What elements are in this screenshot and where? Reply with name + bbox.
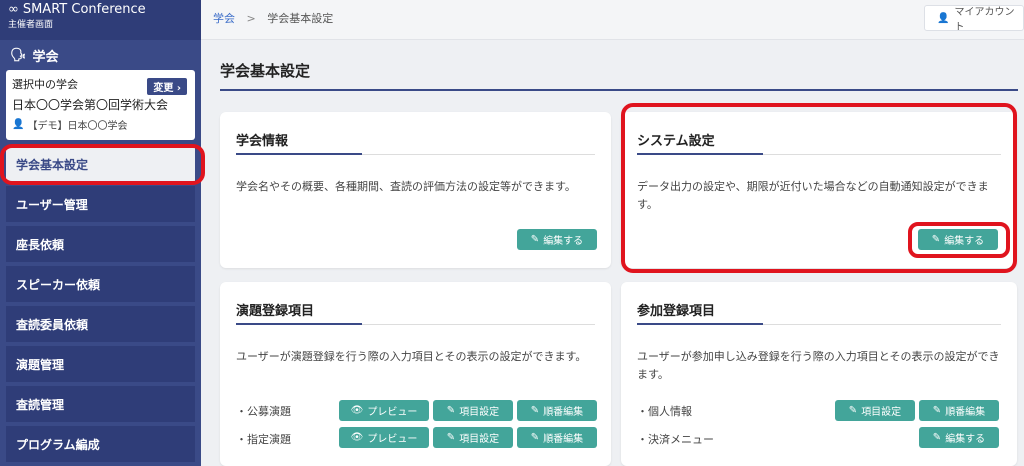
sidebar-nav: 学会基本設定 ユーザー管理 座長依頼 スピーカー依頼 査読委員依頼 演題管理 査… (0, 146, 201, 462)
row-label: ・決済メニュー (637, 433, 714, 446)
conference-name: 日本〇〇学会第〇回学術大会 (12, 98, 169, 112)
preview-button[interactable]: 👁 プレビュー (339, 427, 429, 448)
order-edit-button[interactable]: ✎ 順番編集 (517, 400, 597, 421)
row-label: ・指定演題 (236, 433, 291, 446)
brand-title: SMART Conference (22, 2, 146, 17)
field-settings-button[interactable]: ✎ 項目設定 (835, 400, 915, 421)
card-title: 演題登録項目 (236, 304, 315, 319)
card-title: 学会情報 (236, 134, 289, 149)
selected-conference-box: 選択中の学会 変更 › 日本〇〇学会第〇回学術大会 👤 【デモ】日本〇〇学会 (6, 70, 195, 140)
order-edit-button[interactable]: ✎ 順番編集 (919, 400, 999, 421)
sidebar-section-head: 🗣 学会 (0, 40, 201, 70)
card-title: 参加登録項目 (637, 304, 716, 319)
eye-icon: 👁 (350, 405, 364, 416)
brand-subtitle: 主催者画面 (8, 20, 54, 30)
sidebar-item-reviews[interactable]: 査読管理 (6, 386, 195, 422)
edit-icon: ✎ (932, 405, 942, 416)
sidebar-item-abstracts[interactable]: 演題管理 (6, 346, 195, 382)
my-account-button[interactable]: 👤 マイアカウント (924, 5, 1024, 33)
card-registration-fields: 参加登録項目 ユーザーが参加申し込み登録を行う際の入力項目とその表示の設定ができ… (621, 282, 1017, 466)
sidebar-item-chair-requests[interactable]: 座長依頼 (6, 226, 195, 262)
sidebar-item-reviewer-requests[interactable]: 査読委員依頼 (6, 306, 195, 342)
card-description: データ出力の設定や、期限が近付いた場合などの自動通知設定ができます。 (637, 180, 989, 211)
logo-icon: ∞ (8, 2, 19, 17)
edit-system-settings-button[interactable]: ✎ 編集する (918, 229, 998, 250)
card-abstract-fields: 演題登録項目 ユーザーが演題登録を行う際の入力項目とその表示の設定ができます。 … (220, 282, 611, 466)
sidebar-item-speaker-requests[interactable]: スピーカー依頼 (6, 266, 195, 302)
chevron-right-icon: › (176, 83, 181, 94)
edit-icon: ✎ (446, 405, 456, 416)
card-system-settings: システム設定 データ出力の設定や、期限が近付いた場合などの自動通知設定ができます… (621, 112, 1017, 268)
edit-conference-info-button[interactable]: ✎ 編集する (517, 229, 597, 250)
brand: ∞ SMART Conference 主催者画面 (0, 0, 201, 40)
breadcrumb-root-link[interactable]: 学会 (213, 12, 235, 25)
card-description: 学会名やその概要、各種期間、査読の評価方法の設定等ができます。 (236, 180, 576, 193)
sidebar-item-program[interactable]: プログラム編成 (6, 426, 195, 462)
card-conference-info: 学会情報 学会名やその概要、各種期間、査読の評価方法の設定等ができます。 ✎ 編… (220, 112, 611, 268)
eye-icon: 👁 (350, 432, 364, 443)
order-edit-button[interactable]: ✎ 順番編集 (517, 427, 597, 448)
sidebar-section-label: 学会 (32, 49, 59, 65)
field-settings-button[interactable]: ✎ 項目設定 (433, 427, 513, 448)
edit-icon: ✎ (848, 405, 858, 416)
row-label: ・個人情報 (637, 405, 692, 418)
sidebar-item-basic-settings[interactable]: 学会基本設定 (6, 146, 195, 182)
topbar: 学会 > 学会基本設定 👤 マイアカウント (201, 0, 1024, 40)
breadcrumb-separator: > (246, 12, 256, 25)
organization: 👤 【デモ】日本〇〇学会 (12, 119, 128, 132)
row-label: ・公募演題 (236, 405, 291, 418)
card-description: ユーザーが参加申し込み登録を行う際の入力項目とその表示の設定ができます。 (637, 350, 1000, 381)
user-icon: 👤 (12, 119, 25, 130)
breadcrumb-current: 学会基本設定 (267, 12, 334, 25)
edit-icon: ✎ (446, 432, 456, 443)
edit-icon: ✎ (530, 405, 540, 416)
sidebar-item-users[interactable]: ユーザー管理 (6, 186, 195, 222)
card-title: システム設定 (637, 134, 715, 149)
breadcrumb: 学会 > 学会基本設定 (213, 10, 333, 26)
lectern-icon: 🗣 (10, 47, 27, 63)
sidebar: ∞ SMART Conference 主催者画面 🗣 学会 選択中の学会 変更 … (0, 0, 201, 466)
card-description: ユーザーが演題登録を行う際の入力項目とその表示の設定ができます。 (236, 350, 587, 363)
edit-icon: ✎ (530, 432, 540, 443)
page-title: 学会基本設定 (220, 60, 1018, 91)
preview-button[interactable]: 👁 プレビュー (339, 400, 429, 421)
user-icon: 👤 (937, 12, 950, 24)
edit-icon: ✎ (530, 234, 540, 245)
edit-payment-menu-button[interactable]: ✎ 編集する (919, 427, 999, 448)
edit-icon: ✎ (932, 432, 942, 443)
change-conference-button[interactable]: 変更 › (147, 78, 187, 95)
edit-icon: ✎ (931, 234, 941, 245)
field-settings-button[interactable]: ✎ 項目設定 (433, 400, 513, 421)
